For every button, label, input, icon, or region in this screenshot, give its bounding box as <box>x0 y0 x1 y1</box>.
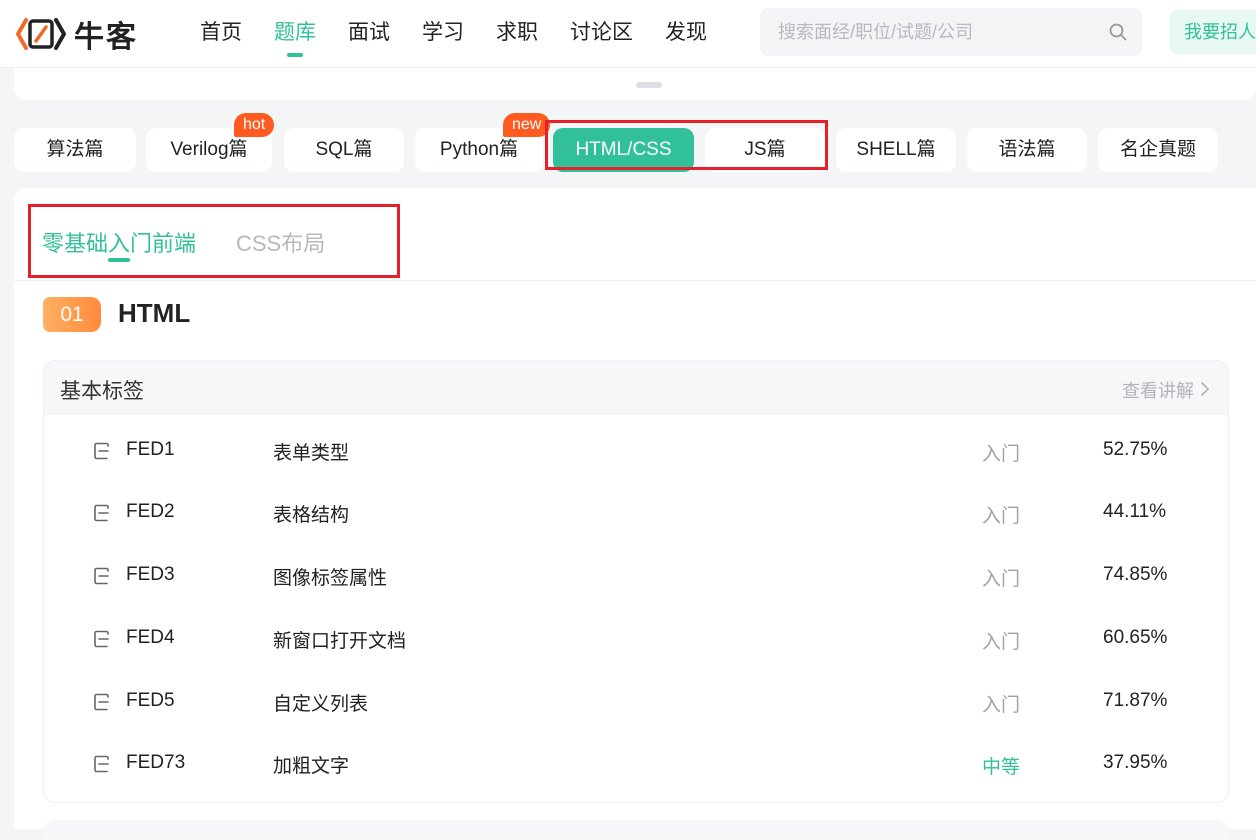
category-html-css[interactable]: HTML/CSS <box>553 128 694 172</box>
nav-jobs[interactable]: 求职 <box>496 0 538 68</box>
question-doc-icon <box>94 567 109 585</box>
question-id: FED4 <box>126 627 175 648</box>
pass-rate: 71.87% <box>1103 690 1168 711</box>
category-label: Python篇 <box>439 139 519 160</box>
subtab-frontend-basics[interactable]: 零基础入门前端 <box>42 226 196 258</box>
logo-text: 牛客 <box>74 21 138 54</box>
search-icon[interactable] <box>1108 22 1128 42</box>
question-title[interactable]: 新窗口打开文档 <box>273 626 406 653</box>
category-shell[interactable]: SHELL篇 <box>836 128 956 172</box>
question-title[interactable]: 表格结构 <box>273 500 349 527</box>
question-title[interactable]: 图像标签属性 <box>273 563 387 590</box>
new-badge: new <box>503 113 551 137</box>
nav-discuss[interactable]: 讨论区 <box>570 0 633 68</box>
question-title[interactable]: 加粗文字 <box>273 751 349 778</box>
question-row[interactable]: FED5 自定义列表 入门 71.87% <box>44 672 1228 734</box>
hot-badge: hot <box>234 113 275 137</box>
nav-home[interactable]: 首页 <box>200 0 242 68</box>
category-verilog[interactable]: Verilog篇 hot <box>146 113 275 172</box>
section-number-badge: 01 <box>43 297 101 332</box>
nav-question-bank[interactable]: 题库 <box>274 0 316 68</box>
question-title[interactable]: 自定义列表 <box>273 689 368 716</box>
difficulty-level: 入门 <box>982 506 1021 527</box>
main-nav: 首页 题库 面试 学习 求职 讨论区 发现 <box>200 0 739 68</box>
subtab-css-layout[interactable]: CSS布局 <box>236 226 325 258</box>
search-box <box>760 8 1142 56</box>
difficulty-level: 入门 <box>982 569 1021 590</box>
expand-handle[interactable] <box>636 82 662 88</box>
question-row[interactable]: FED73 加粗文字 中等 37.95% <box>44 734 1228 796</box>
pass-rate: 37.95% <box>1103 752 1168 773</box>
question-row[interactable]: FED3 图像标签属性 入门 74.85% <box>44 546 1228 608</box>
question-doc-icon <box>94 504 109 522</box>
category-python[interactable]: Python篇 new <box>415 113 551 172</box>
question-title[interactable]: 表单类型 <box>273 438 349 465</box>
card-title: 基本标签 <box>60 380 144 403</box>
category-algorithm[interactable]: 算法篇 <box>14 128 136 172</box>
question-panel: 零基础入门前端 CSS布局 01 HTML 基本标签 查看讲解 FED1 表单类… <box>14 188 1256 840</box>
pass-rate: 44.11% <box>1103 501 1167 522</box>
pass-rate: 52.75% <box>1103 439 1168 460</box>
next-topic-card <box>43 820 1229 840</box>
nav-interview[interactable]: 面试 <box>348 0 390 68</box>
question-row[interactable]: FED2 表格结构 入门 44.11% <box>44 483 1228 545</box>
category-sql[interactable]: SQL篇 <box>284 128 404 172</box>
search-input[interactable] <box>760 8 1080 56</box>
question-id: FED5 <box>126 690 175 711</box>
category-grammar[interactable]: 语法篇 <box>967 128 1087 172</box>
question-id: FED2 <box>126 501 175 522</box>
question-doc-icon <box>94 442 109 460</box>
category-label: Verilog篇 <box>170 139 248 160</box>
category-company-questions[interactable]: 名企真题 <box>1098 128 1218 172</box>
question-row[interactable]: FED4 新窗口打开文档 入门 60.65% <box>44 609 1228 671</box>
question-doc-icon <box>94 693 109 711</box>
difficulty-level: 入门 <box>982 632 1021 653</box>
topic-card: 基本标签 查看讲解 FED1 表单类型 入门 52.75% FED2 表格结构 … <box>43 360 1229 803</box>
subtab-bar: 零基础入门前端 CSS布局 <box>14 188 1256 281</box>
pass-rate: 60.65% <box>1103 627 1168 648</box>
question-id: FED73 <box>126 752 186 773</box>
question-row[interactable]: FED1 表单类型 入门 52.75% <box>44 421 1228 483</box>
pass-rate: 74.85% <box>1103 564 1168 585</box>
nav-learn[interactable]: 学习 <box>422 0 464 68</box>
difficulty-level: 入门 <box>982 444 1021 465</box>
difficulty-level: 入门 <box>982 695 1021 716</box>
question-doc-icon <box>94 755 109 773</box>
recruit-button[interactable]: 我要招人 <box>1170 10 1256 54</box>
nowcoder-logo-icon <box>16 18 66 50</box>
question-id: FED3 <box>126 564 175 585</box>
top-header: 牛客 首页 题库 面试 学习 求职 讨论区 发现 我要招人 <box>0 0 1256 68</box>
card-header: 基本标签 查看讲解 <box>44 361 1228 415</box>
view-explanation-link[interactable]: 查看讲解 <box>1122 377 1194 403</box>
banner-strip <box>14 68 1256 100</box>
nav-discover[interactable]: 发现 <box>665 0 707 68</box>
question-id: FED1 <box>126 439 175 460</box>
difficulty-level: 中等 <box>982 757 1021 778</box>
chevron-right-icon[interactable] <box>1200 381 1210 397</box>
category-js[interactable]: JS篇 <box>705 128 825 172</box>
logo[interactable]: 牛客 <box>14 14 138 54</box>
section-title: HTML <box>118 298 191 328</box>
question-doc-icon <box>94 630 109 648</box>
